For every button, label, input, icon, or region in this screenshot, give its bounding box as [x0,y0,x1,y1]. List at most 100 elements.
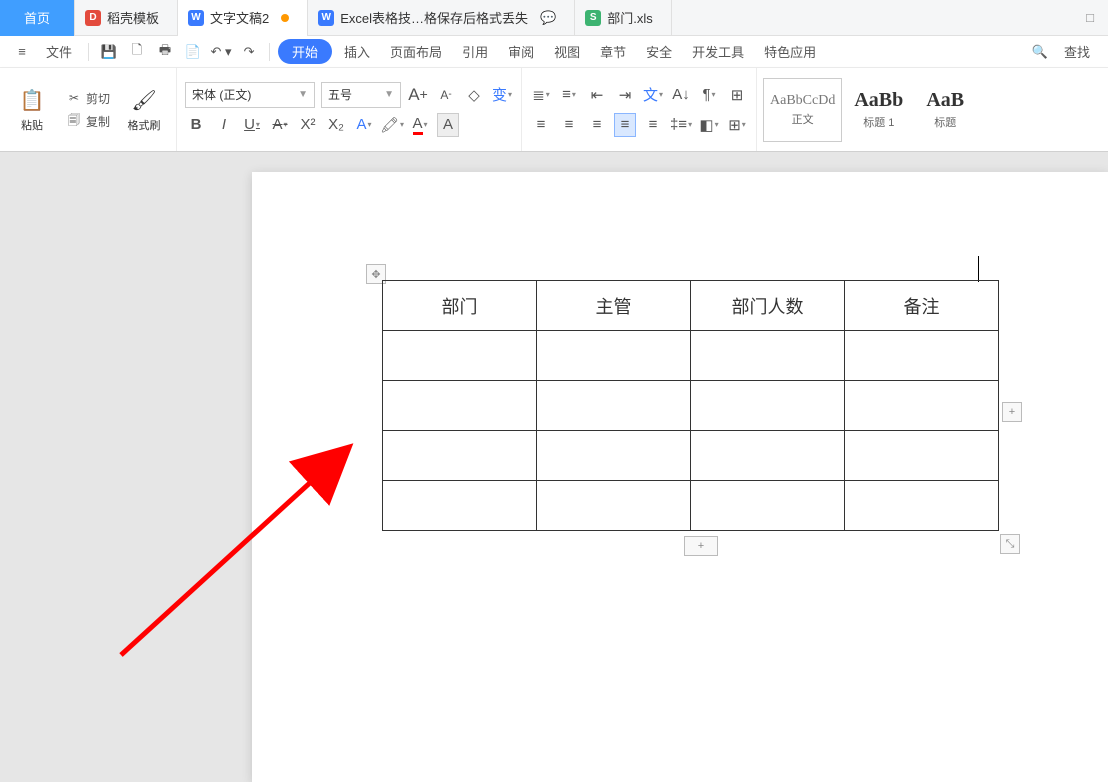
table-header-cell[interactable]: 部门人数 [691,281,845,331]
menu-section[interactable]: 章节 [592,42,634,61]
shading-icon[interactable]: ◧▾ [698,113,720,137]
format-painter-button[interactable]: 🖌 格式刷 [120,87,168,133]
style-sample: AaBbCcDd [770,93,835,109]
increase-font-icon[interactable]: A+ [407,83,429,107]
tab-label: 稻壳模板 [107,8,159,27]
tab-label: 文字文稿2 [210,8,269,27]
char-shading-icon[interactable]: A [437,113,459,137]
clipboard-icon: 📋 [18,87,46,115]
font-name-select[interactable]: 宋体 (正文)▼ [185,82,315,108]
copy-icon: 🗐 [66,113,82,129]
table-header-cell[interactable]: 备注 [845,281,999,331]
separator [88,43,89,61]
highlight-icon[interactable]: 🖍▾ [381,113,403,137]
quick-print-icon[interactable]: 📄 [181,40,205,64]
writer-icon: W [318,10,334,26]
table-resize-handle[interactable]: ⤡ [1000,534,1020,554]
text-direction-icon[interactable]: 文▾ [642,83,664,107]
save-icon[interactable]: 💾 [97,40,121,64]
ribbon-paragraph: ≣▾ ≡▾ ⇤ ⇥ 文▾ A↓ ¶▾ ⊞ ≡ ≡ ≡ ≡ ≡ ‡≡▾ ◧▾ ⊞▾ [522,68,757,151]
tab-home[interactable]: 首页 [0,0,75,36]
underline-icon[interactable]: U▾ [241,113,263,137]
menu-start[interactable]: 开始 [278,39,332,64]
phonetic-guide-icon[interactable]: 变▾ [491,83,513,107]
align-left-icon[interactable]: ≡ [530,113,552,137]
ribbon-styles: AaBbCcDd 正文 AaBb 标题 1 AaB 标题 [757,68,981,151]
menu-find[interactable]: 查找 [1056,42,1098,61]
style-caption: 正文 [792,111,814,127]
table-row[interactable] [383,331,999,381]
sort-icon[interactable]: A↓ [670,83,692,107]
style-normal[interactable]: AaBbCcDd 正文 [763,78,842,142]
style-caption: 标题 1 [863,114,894,130]
text-cursor [978,256,979,282]
bold-icon[interactable]: B [185,113,207,137]
cut-button[interactable]: ✂剪切 [62,88,114,109]
superscript-icon[interactable]: X² [297,113,319,137]
menu-reference[interactable]: 引用 [454,42,496,61]
bullets-icon[interactable]: ≣▾ [530,83,552,107]
search-icon[interactable]: 🔍 [1028,40,1052,64]
decrease-indent-icon[interactable]: ⇤ [586,83,608,107]
show-marks-icon[interactable]: ¶▾ [698,83,720,107]
table-header-cell[interactable]: 主管 [537,281,691,331]
align-justify-icon[interactable]: ≡ [614,113,636,137]
redo-icon[interactable]: ↷ [237,40,261,64]
menu-devtools[interactable]: 开发工具 [684,42,752,61]
menu-insert[interactable]: 插入 [336,42,378,61]
menu-view[interactable]: 视图 [546,42,588,61]
font-color-icon[interactable]: A▾ [409,113,431,137]
paste-button[interactable]: 📋 粘贴 [8,87,56,133]
menu-special[interactable]: 特色应用 [756,42,824,61]
menu-review[interactable]: 审阅 [500,42,542,61]
writer-icon: W [188,10,204,26]
borders-icon[interactable]: ⊞▾ [726,113,748,137]
table-icon[interactable]: ⊞ [726,83,748,107]
chevron-down-icon: ▼ [298,89,308,100]
tab-xls-doc[interactable]: S 部门.xls [575,0,672,36]
style-heading2[interactable]: AaB 标题 [915,78,975,142]
font-size-select[interactable]: 五号▼ [321,82,401,108]
line-spacing-icon[interactable]: ‡≡▾ [670,113,692,137]
tab-template[interactable]: D 稻壳模板 [75,0,178,36]
style-sample: AaBb [854,89,903,112]
separator [269,43,270,61]
decrease-font-icon[interactable]: A- [435,83,457,107]
style-heading1[interactable]: AaBb 标题 1 [848,78,909,142]
brush-icon: 🖌 [130,87,158,115]
hamburger-icon[interactable]: ≡ [10,40,34,64]
document-page[interactable]: ✥ 部门 主管 部门人数 备注 + + ⤡ [252,172,1108,782]
menu-file[interactable]: 文件 [38,42,80,61]
text-effect-icon[interactable]: A▾ [353,113,375,137]
tab-current-document[interactable]: W 文字文稿2 [178,0,308,36]
print-icon[interactable]: 🖶 [153,40,177,64]
clear-format-icon[interactable]: ◇ [463,83,485,107]
document-workarea: ✥ 部门 主管 部门人数 备注 + + ⤡ [0,152,1108,782]
distribute-icon[interactable]: ≡ [642,113,664,137]
document-table[interactable]: 部门 主管 部门人数 备注 [382,280,999,531]
align-center-icon[interactable]: ≡ [558,113,580,137]
ribbon-font: 宋体 (正文)▼ 五号▼ A+ A- ◇ 变▾ B I U▾ A▾ X² X₂ … [177,68,522,151]
table-row[interactable] [383,481,999,531]
increase-indent-icon[interactable]: ⇥ [614,83,636,107]
ribbon-clipboard: 📋 粘贴 ✂剪切 🗐复制 🖌 格式刷 [0,68,177,151]
italic-icon[interactable]: I [213,113,235,137]
print-preview-icon[interactable]: 🗋 [125,40,149,64]
tab-excel-doc[interactable]: W Excel表格技…格保存后格式丢失 💬 [308,0,575,36]
app-tabbar: 首页 D 稻壳模板 W 文字文稿2 W Excel表格技…格保存后格式丢失 💬 … [0,0,1108,36]
menu-pagelayout[interactable]: 页面布局 [382,42,450,61]
menu-security[interactable]: 安全 [638,42,680,61]
table-header-cell[interactable]: 部门 [383,281,537,331]
table-row[interactable] [383,381,999,431]
numbering-icon[interactable]: ≡▾ [558,83,580,107]
table-row[interactable] [383,431,999,481]
strikethrough-icon[interactable]: A▾ [269,113,291,137]
copy-button[interactable]: 🗐复制 [62,111,114,132]
table-header-row[interactable]: 部门 主管 部门人数 备注 [383,281,999,331]
table-add-row-handle[interactable]: + [684,536,718,556]
window-control-icon[interactable]: □ [1072,10,1108,25]
undo-icon[interactable]: ↶ ▾ [209,40,233,64]
align-right-icon[interactable]: ≡ [586,113,608,137]
subscript-icon[interactable]: X₂ [325,113,347,137]
table-add-column-handle[interactable]: + [1002,402,1022,422]
